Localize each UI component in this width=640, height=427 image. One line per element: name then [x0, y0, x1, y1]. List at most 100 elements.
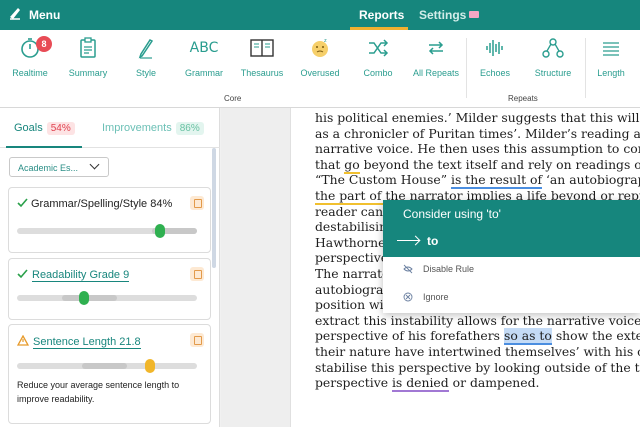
- document-line[interactable]: destabilisin: [315, 219, 387, 234]
- group-label-repeats: Repeats: [508, 94, 538, 103]
- document-line[interactable]: their nature have intertwined themselves…: [315, 344, 640, 359]
- document-line[interactable]: his political enemies.’ Milder suggests …: [315, 110, 639, 125]
- text-segment: perspective: [315, 375, 392, 391]
- slider-knob[interactable]: [79, 291, 89, 305]
- document-line[interactable]: perspective is denied or dampened.: [315, 375, 540, 393]
- tool-overused[interactable]: z Overused: [290, 36, 350, 78]
- flagged-phrase[interactable]: is denied: [391, 375, 449, 393]
- document-line[interactable]: “The Custom House” is the result of ‘an …: [315, 172, 640, 190]
- text-segment: ‘an autobiograp: [542, 172, 640, 188]
- top-bar: Menu Reports Settings: [0, 0, 640, 30]
- tool-combo[interactable]: Combo: [348, 36, 408, 78]
- tool-label: Echoes: [479, 68, 511, 78]
- document-line[interactable]: that go beyond the text itself and rely …: [315, 156, 640, 174]
- tool-grammar[interactable]: ABC Grammar: [174, 36, 234, 78]
- tool-summary[interactable]: Summary: [58, 36, 118, 78]
- tool-realtime[interactable]: 8 Realtime: [0, 36, 60, 78]
- text-segment: stabilise this perspective by looking ou…: [315, 359, 640, 375]
- text-segment: perspective: [315, 250, 389, 266]
- note-icon[interactable]: [190, 333, 204, 347]
- clipboard-icon: [80, 37, 96, 58]
- document-line[interactable]: Hawthorne: [315, 235, 385, 250]
- suggestion-title: Consider using 'to': [403, 207, 501, 221]
- tab-improvements[interactable]: Improvements 86%: [102, 122, 204, 135]
- tool-label: Summary: [68, 68, 108, 78]
- note-icon[interactable]: [190, 196, 204, 210]
- text-segment: narrative voice. He then uses this assum…: [315, 141, 640, 157]
- improvements-score-badge: 86%: [175, 122, 204, 135]
- slider-highlight: [82, 363, 127, 369]
- document-line[interactable]: The narrato: [315, 266, 390, 281]
- text-segment: autobiogra: [315, 281, 384, 297]
- goal-card-title-text[interactable]: Readability Grade 9: [32, 269, 130, 282]
- warning-icon: [16, 334, 30, 346]
- goal-slider[interactable]: [17, 291, 197, 305]
- goal-card-description: Reduce your average sentence length to i…: [17, 380, 180, 404]
- tool-label: Combo: [363, 68, 393, 78]
- check-icon: [17, 198, 28, 208]
- tool-echoes[interactable]: Echoes: [465, 36, 525, 78]
- tool-structure[interactable]: Structure: [523, 36, 583, 78]
- document-line[interactable]: as a chronicler of Puritan times’. Milde…: [315, 126, 640, 141]
- tool-style[interactable]: Style: [116, 36, 176, 78]
- tab-reports[interactable]: Reports: [359, 8, 404, 22]
- document-line[interactable]: narrative voice. He then uses this assum…: [315, 141, 640, 156]
- network-icon: [542, 38, 564, 58]
- disable-rule-button[interactable]: Disable Rule: [403, 264, 474, 274]
- text-segment: extract this instability allows for the …: [315, 312, 640, 328]
- group-label-core: Core: [224, 94, 242, 103]
- tab-settings-label: Settings: [419, 8, 467, 22]
- suggestion-popup: Consider using 'to' to Disable Rule Igno…: [383, 200, 640, 313]
- goal-slider[interactable]: [17, 359, 197, 373]
- x-circle-icon: [403, 292, 413, 302]
- disable-rule-label: Disable Rule: [423, 264, 475, 274]
- document-line[interactable]: perspective: [315, 250, 388, 265]
- tool-thesaurus[interactable]: Thesaurus: [232, 36, 292, 78]
- ignore-button[interactable]: Ignore: [403, 292, 449, 302]
- text-segment: or dampened.: [448, 375, 540, 391]
- tool-length[interactable]: Length: [581, 36, 640, 78]
- slider-knob[interactable]: [155, 224, 165, 238]
- flagged-phrase[interactable]: is the result of: [451, 172, 543, 190]
- document-line[interactable]: extract this instability allows for the …: [315, 313, 640, 328]
- ruler-icon: [603, 42, 619, 56]
- goal-card-sentence-length[interactable]: Sentence Length 21.8 Reduce your average…: [8, 324, 211, 424]
- goals-score-badge: 54%: [46, 122, 75, 135]
- document-line[interactable]: reader can: [315, 204, 383, 219]
- suggestion-replacement[interactable]: to: [397, 234, 438, 248]
- report-toolbar: 8 Realtime Summary Style ABC Grammar The…: [0, 30, 640, 108]
- goal-slider[interactable]: [17, 224, 197, 238]
- goal-card-grammar[interactable]: Grammar/Spelling/Style 84%: [8, 187, 211, 253]
- tool-label: Thesaurus: [240, 68, 284, 78]
- tab-goals[interactable]: Goals 54%: [14, 122, 75, 135]
- document-line[interactable]: stabilise this perspective by looking ou…: [315, 360, 640, 375]
- text-segment: reader can: [315, 203, 384, 219]
- document-type-value: Academic Es...: [18, 163, 79, 173]
- arrow-right-icon: [397, 239, 419, 241]
- ignore-label: Ignore: [423, 292, 449, 302]
- note-icon[interactable]: [190, 267, 204, 281]
- tool-label: Structure: [534, 68, 572, 78]
- document-type-select[interactable]: Academic Es...: [9, 157, 109, 177]
- tab-settings[interactable]: Settings: [419, 8, 480, 22]
- goals-scrollbar[interactable]: [212, 148, 216, 268]
- flagged-phrase[interactable]: go: [344, 156, 360, 174]
- tool-label: Length: [597, 68, 625, 78]
- document-line[interactable]: autobiogra: [315, 282, 383, 297]
- tab-improvements-label: Improvements: [102, 122, 172, 134]
- goal-card-title-text: Grammar/Spelling/Style 84%: [31, 198, 173, 210]
- document-line[interactable]: perspective of his forefathers so as to …: [315, 328, 640, 346]
- mail-icon: [469, 11, 480, 18]
- goal-card-title: Sentence Length 21.8: [16, 334, 141, 349]
- tool-label: Style: [135, 68, 156, 78]
- tool-all-repeats[interactable]: All Repeats: [406, 36, 466, 78]
- menu-button[interactable]: Menu: [29, 8, 60, 22]
- document-line[interactable]: position wi: [315, 297, 384, 312]
- text-segment: beyond the text itself and rely on readi…: [359, 156, 640, 172]
- slider-knob[interactable]: [145, 359, 155, 373]
- flagged-phrase[interactable]: so as to: [503, 328, 552, 346]
- text-segment: Hawthorne: [315, 234, 386, 250]
- goal-card-readability[interactable]: Readability Grade 9: [8, 258, 211, 320]
- goal-card-title-text[interactable]: Sentence Length 21.8: [33, 336, 141, 349]
- text-segment: show the exte: [551, 328, 640, 344]
